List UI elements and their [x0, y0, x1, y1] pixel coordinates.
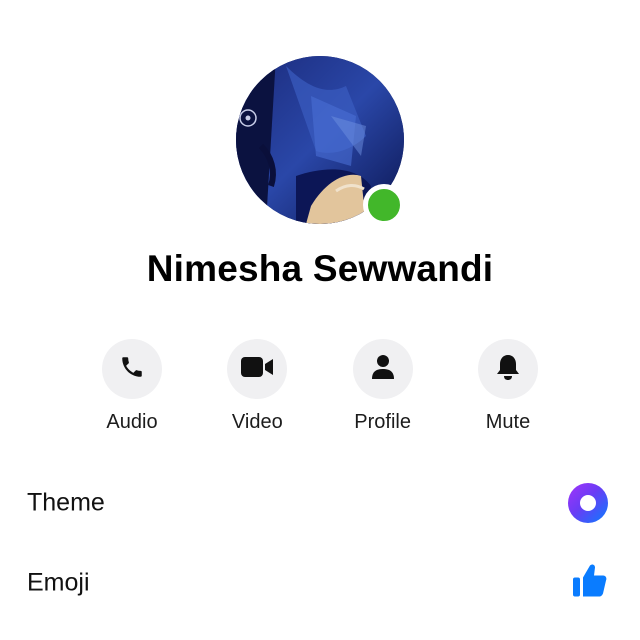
person-icon	[371, 354, 395, 385]
action-buttons: Audio Video Profile Mute	[70, 339, 570, 434]
audio-call-button[interactable]: Audio	[70, 339, 194, 434]
phone-icon	[119, 354, 145, 385]
video-call-button[interactable]: Video	[195, 339, 319, 434]
theme-row[interactable]: Theme	[0, 463, 640, 543]
video-call-circle	[227, 339, 288, 399]
online-status-indicator	[363, 184, 405, 226]
audio-label: Audio	[106, 411, 158, 433]
mute-button[interactable]: Mute	[446, 339, 570, 434]
emoji-row[interactable]: Emoji	[0, 543, 640, 623]
contact-name: Nimesha Sewwandi	[146, 248, 494, 289]
mute-circle	[477, 339, 538, 399]
audio-call-circle	[102, 339, 162, 399]
contact-details-screen: Nimesha Sewwandi Audio Video Profile Mut…	[0, 0, 640, 640]
profile-circle	[352, 339, 413, 399]
profile-label: Profile	[354, 411, 411, 433]
video-label: Video	[231, 411, 283, 433]
theme-label: Theme	[27, 488, 105, 517]
theme-color-icon	[568, 483, 608, 523]
contact-avatar[interactable]	[236, 56, 405, 226]
emoji-label: Emoji	[27, 568, 90, 597]
profile-button[interactable]: Profile	[321, 339, 445, 434]
mute-label: Mute	[485, 411, 531, 433]
video-camera-icon	[240, 355, 274, 384]
bell-icon	[495, 353, 521, 386]
thumbs-up-icon	[572, 563, 608, 604]
